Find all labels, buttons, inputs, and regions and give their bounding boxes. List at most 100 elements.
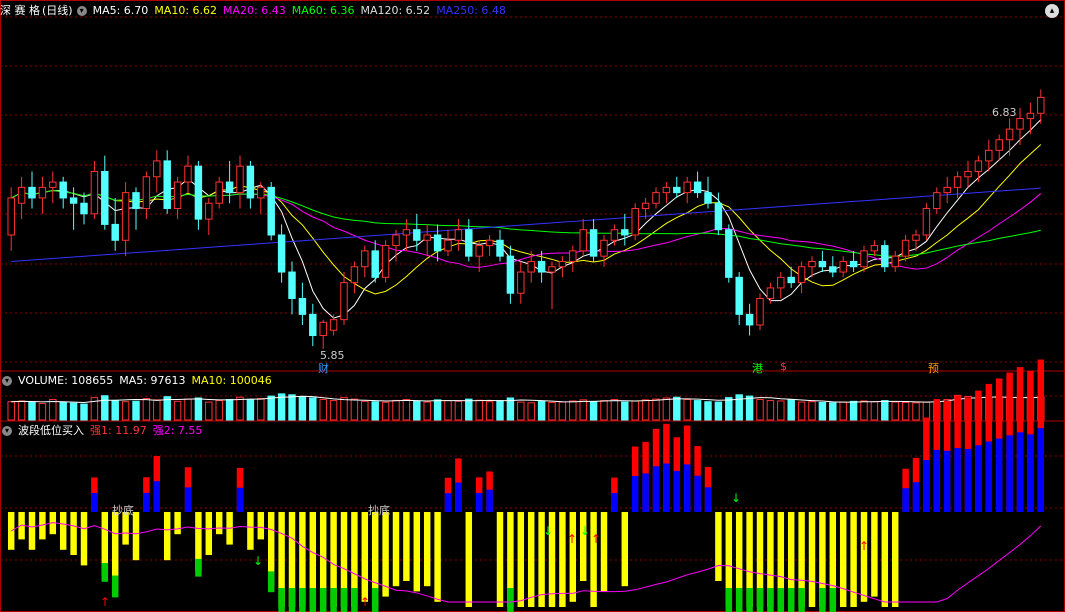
indicator-bar-green (278, 588, 285, 612)
event-marker-dollar[interactable]: $ (780, 360, 787, 373)
candle-body (1016, 118, 1024, 130)
high-price-label: 6.83 (992, 106, 1017, 119)
indicator-bar-blue (954, 448, 961, 512)
volume-bar (756, 398, 764, 421)
volume-bar (49, 398, 57, 421)
volume-bar (548, 401, 556, 421)
volume-bar (485, 401, 494, 421)
candle-body (381, 245, 390, 278)
candle-body (90, 170, 99, 215)
candle-body (413, 229, 421, 241)
event-marker-finance[interactable]: 财 (318, 360, 329, 376)
volume-bar (288, 394, 296, 421)
volume-bar (69, 402, 78, 421)
indicator-bar-yellow (423, 512, 431, 587)
candle-body (496, 239, 504, 257)
indicator-bar-green (288, 588, 296, 612)
volume-bar (704, 401, 712, 421)
candle-body (246, 165, 255, 199)
candle-body (454, 229, 463, 241)
candle-body (901, 239, 910, 257)
indicator-bar-yellow (80, 512, 88, 566)
main-panel-header: 深 赛 格 (日线) ▾ MA5: 6.70 MA10: 6.62 MA20: … (0, 3, 512, 19)
candle-body (766, 287, 775, 299)
indicator-bar-blue (943, 450, 951, 512)
indicator-bar-yellow (871, 512, 878, 597)
candle-body (527, 260, 535, 273)
candle-body (17, 186, 26, 204)
indicator-bar-green (111, 575, 119, 598)
indicator-bar-green (787, 588, 795, 612)
volume-bar (787, 399, 795, 421)
candle-body (163, 160, 171, 210)
indicator-bar-blue (985, 441, 993, 512)
volume-bar (569, 400, 577, 421)
candle-body (558, 260, 567, 268)
volume-bar (413, 400, 421, 421)
volume-bar (205, 401, 213, 421)
candle-body (870, 245, 879, 252)
candle-body (49, 181, 57, 188)
chevron-down-icon[interactable]: ▾ (2, 426, 12, 436)
candle-body (683, 181, 691, 194)
candle-body (28, 186, 36, 199)
chevron-down-icon[interactable]: ▾ (2, 376, 12, 386)
indicator-bar-blue (455, 482, 462, 512)
indicator-bar-blue (642, 473, 649, 512)
volume-bar (527, 402, 535, 421)
indicator-bar-blue (1016, 432, 1024, 512)
indicator-bar-green (340, 588, 348, 612)
volume-bar (371, 401, 379, 421)
volume-bar (7, 401, 15, 421)
candle-body (59, 181, 67, 199)
candle-body (537, 260, 546, 273)
indicator-bar-green (101, 563, 109, 582)
volume-bar (236, 396, 244, 421)
candle-body (652, 192, 660, 204)
candle-body (142, 176, 151, 210)
indicator-bar-green (351, 588, 358, 612)
stock-name[interactable]: 深 赛 格 (0, 3, 40, 19)
volume-ma10-label: MA10: 100046 (191, 374, 272, 387)
collapse-icon[interactable]: ▴ (1045, 4, 1059, 18)
candle-body (735, 276, 743, 315)
indicator-bar-blue (694, 475, 701, 512)
volume-bar (340, 397, 348, 421)
sell-arrow-icon: ↓ (253, 554, 263, 568)
event-marker-hk[interactable]: 港 (752, 360, 763, 376)
candle-body (1037, 96, 1045, 114)
volume-bar (600, 400, 608, 421)
chevron-down-icon[interactable]: ▾ (76, 6, 87, 16)
candle-body (714, 202, 723, 231)
indicator-bar-blue (995, 438, 1003, 512)
buy-arrow-icon: ↑ (591, 532, 601, 546)
volume-bar (849, 400, 858, 421)
candle-body (80, 202, 88, 215)
volume-bar (610, 398, 619, 421)
period-label[interactable]: (日线) (42, 3, 73, 19)
indicator-bar-yellow (361, 512, 369, 602)
indicator-bar-yellow (559, 512, 566, 607)
indicator-bar-yellow (590, 512, 597, 607)
indicator-bar-yellow (392, 512, 400, 587)
indicator-title[interactable]: 波段低位买入 (18, 423, 84, 439)
candle-body (485, 239, 494, 247)
indicator-bar-blue (631, 475, 639, 512)
indicator-bar-yellow (257, 512, 265, 540)
indicator-bar-yellow (163, 512, 171, 561)
indicator-bar-green (725, 588, 733, 612)
volume-bar (132, 400, 140, 421)
event-marker-forecast[interactable]: 预 (928, 360, 939, 376)
strength1-label: 强1: 11.97 (90, 424, 147, 437)
volume-bar (433, 399, 442, 421)
volume-bar (506, 397, 515, 421)
candle-body (974, 160, 983, 172)
indicator-bar-blue (486, 489, 493, 512)
indicator-bar-yellow (496, 512, 504, 607)
ma20-label: MA20: 6.43 (223, 4, 286, 17)
volume-bar (215, 400, 223, 421)
candle-body (787, 276, 795, 284)
candle-body (1026, 112, 1035, 120)
candle-body (433, 234, 442, 252)
candle-body (69, 197, 78, 204)
